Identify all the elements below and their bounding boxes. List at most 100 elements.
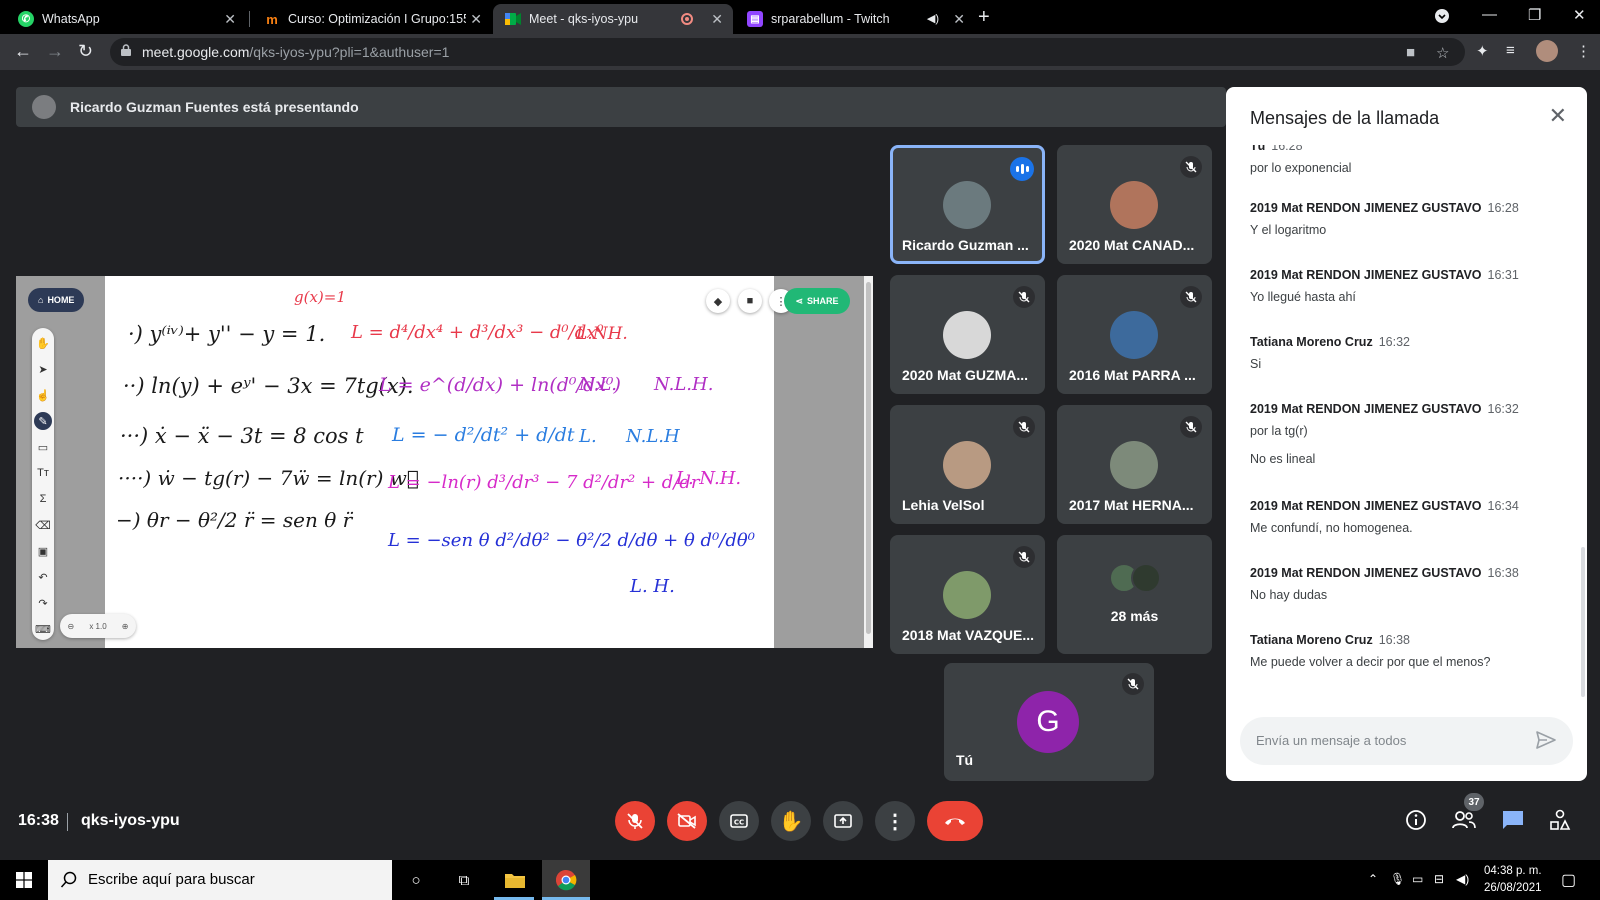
board-scrollbar[interactable] [864,276,873,648]
cortana-icon[interactable]: ○ [404,868,428,892]
search-icon [60,871,77,888]
equation-4: ····) ẇ − tg(r) − 7ẅ = ln(r) w⃛ [118,466,419,490]
microphone-toggle-button[interactable] [615,801,655,841]
window-close-icon[interactable]: ✕ [1573,6,1586,24]
back-icon[interactable]: ← [14,41,32,62]
restore-icon[interactable]: ❐ [1528,6,1541,24]
url-text[interactable]: meet.google.com/qks-iyos-ypu?pli=1&authu… [142,44,449,60]
windows-taskbar: Escribe aquí para buscar ○ ⧉ ⌃ 🎙 ▭ ⊟ ◀) … [0,860,1600,900]
chrome-menu-icon[interactable]: ⋮ [1576,42,1591,60]
math-tool-icon[interactable]: Σ [34,490,52,508]
close-tab-icon[interactable]: ✕ [953,11,965,28]
raise-hand-button[interactable]: ✋ [771,801,811,841]
tab-whatsapp[interactable]: ✆ WhatsApp ✕ [6,4,246,34]
close-chat-icon[interactable]: ✕ [1549,103,1567,129]
moodle-icon: m [266,11,278,27]
microphone-tray-icon[interactable]: 🎙 [1390,872,1405,886]
meeting-code: qks-iyos-ypu [81,812,180,829]
video-icon[interactable]: ■ [738,289,762,313]
audio-playing-icon[interactable]: ◀) [927,12,939,25]
pointer-tool-icon[interactable]: ☝ [34,386,52,404]
message-sender: Tatiana Moreno Cruz [1250,633,1373,647]
meeting-details-button[interactable] [1402,806,1430,834]
chat-scrollbar[interactable] [1581,547,1585,697]
chrome-icon[interactable] [554,868,578,892]
participant-tile[interactable]: 2020 Mat GUZMA... [890,275,1045,394]
pen-tool-icon[interactable]: ✎ [34,412,52,430]
notifications-icon[interactable]: ▢ [1561,870,1576,890]
home-icon: ⌂ [38,295,44,305]
captions-button[interactable]: CC [719,801,759,841]
camera-in-use-icon[interactable]: ■ [1406,44,1415,61]
chat-messages[interactable]: Tú 16:28 por lo exponencial 2019 Mat REND… [1226,145,1576,723]
chat-button[interactable] [1499,806,1527,834]
equation-5: −) θr − θ²/2 r̈ = sen θ r̈ [116,508,353,532]
equation-2: ··) ln(y) + eʸ' − 3x = 7tg(x). [123,374,414,398]
omnibox[interactable]: meet.google.com/qks-iyos-ypu?pli=1&authu… [110,38,1465,66]
bookmark-star-icon[interactable]: ☆ [1436,44,1449,62]
people-icon [1452,811,1476,829]
participant-tile[interactable]: Lehia VelSol [890,405,1045,524]
volume-icon[interactable]: ◀) [1456,872,1469,886]
media-control-icon[interactable]: ≡ [1506,42,1515,59]
extensions-icon[interactable]: ✦ [1476,42,1489,60]
send-icon[interactable] [1535,729,1557,751]
chat-input-placeholder: Envía un mensaje a todos [1256,733,1407,748]
network-icon[interactable]: ⊟ [1434,872,1444,886]
close-tab-icon[interactable]: ✕ [711,11,723,28]
classification-2a: N.L. [579,374,617,395]
lock-icon[interactable] [121,44,131,56]
camera-toggle-button[interactable] [667,801,707,841]
task-view-icon[interactable]: ⧉ [452,868,476,892]
redo-icon[interactable]: ↷ [34,594,52,612]
file-explorer-icon[interactable] [503,868,527,892]
participant-tile[interactable]: Ricardo Guzman ... [890,145,1045,264]
battery-icon[interactable]: ▭ [1412,872,1423,886]
new-tab-button[interactable]: + [978,6,990,29]
profile-avatar[interactable] [1536,40,1558,62]
close-tab-icon[interactable]: ✕ [470,11,482,28]
shape-tool-icon[interactable]: ▭ [34,438,52,456]
windows-start-icon[interactable] [16,872,32,888]
layers-icon[interactable]: ◆ [706,289,730,313]
whiteboard-home-button[interactable]: ⌂ HOME [28,288,85,312]
reload-icon[interactable]: ↻ [78,41,93,62]
participant-tile[interactable]: 2017 Mat HERNA... [1057,405,1212,524]
taskbar-clock[interactable]: 04:38 p. m. 26/08/2021 [1484,863,1542,897]
whiteboard-share-button[interactable]: ⋖ SHARE [784,288,850,314]
close-tab-icon[interactable]: ✕ [224,11,236,28]
taskbar-search[interactable]: Escribe aquí para buscar [48,860,392,900]
minimize-icon[interactable]: — [1482,6,1497,23]
chat-input[interactable]: Envía un mensaje a todos [1240,717,1573,765]
select-tool-icon[interactable]: ➤ [34,360,52,378]
forward-icon[interactable]: → [46,41,64,62]
zoom-in-icon[interactable]: ⊕ [122,622,129,631]
keyboard-icon[interactable]: ⌨ [34,620,52,638]
participant-tile[interactable]: 2018 Mat VAZQUE... [890,535,1045,654]
image-tool-icon[interactable]: ▣ [34,542,52,560]
present-now-button[interactable] [823,801,863,841]
activities-button[interactable] [1546,806,1574,834]
tab-meet[interactable]: Meet - qks-iyos-ypu ✕ [493,4,733,34]
tab-twitch[interactable]: ▤ srparabellum - Twitch ◀) ✕ [735,4,975,34]
svg-text:CC: CC [734,819,744,827]
participant-name: Lehia VelSol [902,497,985,513]
more-options-button[interactable]: ⋮ [875,801,915,841]
zoom-control: ⊖ x 1.0 ⊕ [60,614,136,638]
leave-call-button[interactable] [927,801,983,841]
participant-tile[interactable]: 2020 Mat CANAD... [1057,145,1212,264]
more-participants-tile[interactable]: 28 más [1057,535,1212,654]
undo-icon[interactable]: ↶ [34,568,52,586]
classification-2b: N.L.H. [654,374,714,395]
self-tile[interactable]: G Tú [944,663,1154,781]
eraser-tool-icon[interactable]: ⌫ [34,516,52,534]
show-hidden-icons-icon[interactable]: ⌃ [1368,872,1378,886]
text-tool-icon[interactable]: Tт [34,464,52,482]
hand-tool-icon[interactable]: ✋ [34,334,52,352]
operator-3: L = − d²/dt² + d/dt [392,424,575,446]
share-label: SHARE [807,296,839,306]
participant-tile[interactable]: 2016 Mat PARRA ... [1057,275,1212,394]
zoom-out-icon[interactable]: ⊖ [68,622,75,631]
tab-search-icon[interactable] [1435,9,1449,27]
tab-curso[interactable]: m Curso: Optimización I Grupo:155 ✕ [252,4,492,34]
